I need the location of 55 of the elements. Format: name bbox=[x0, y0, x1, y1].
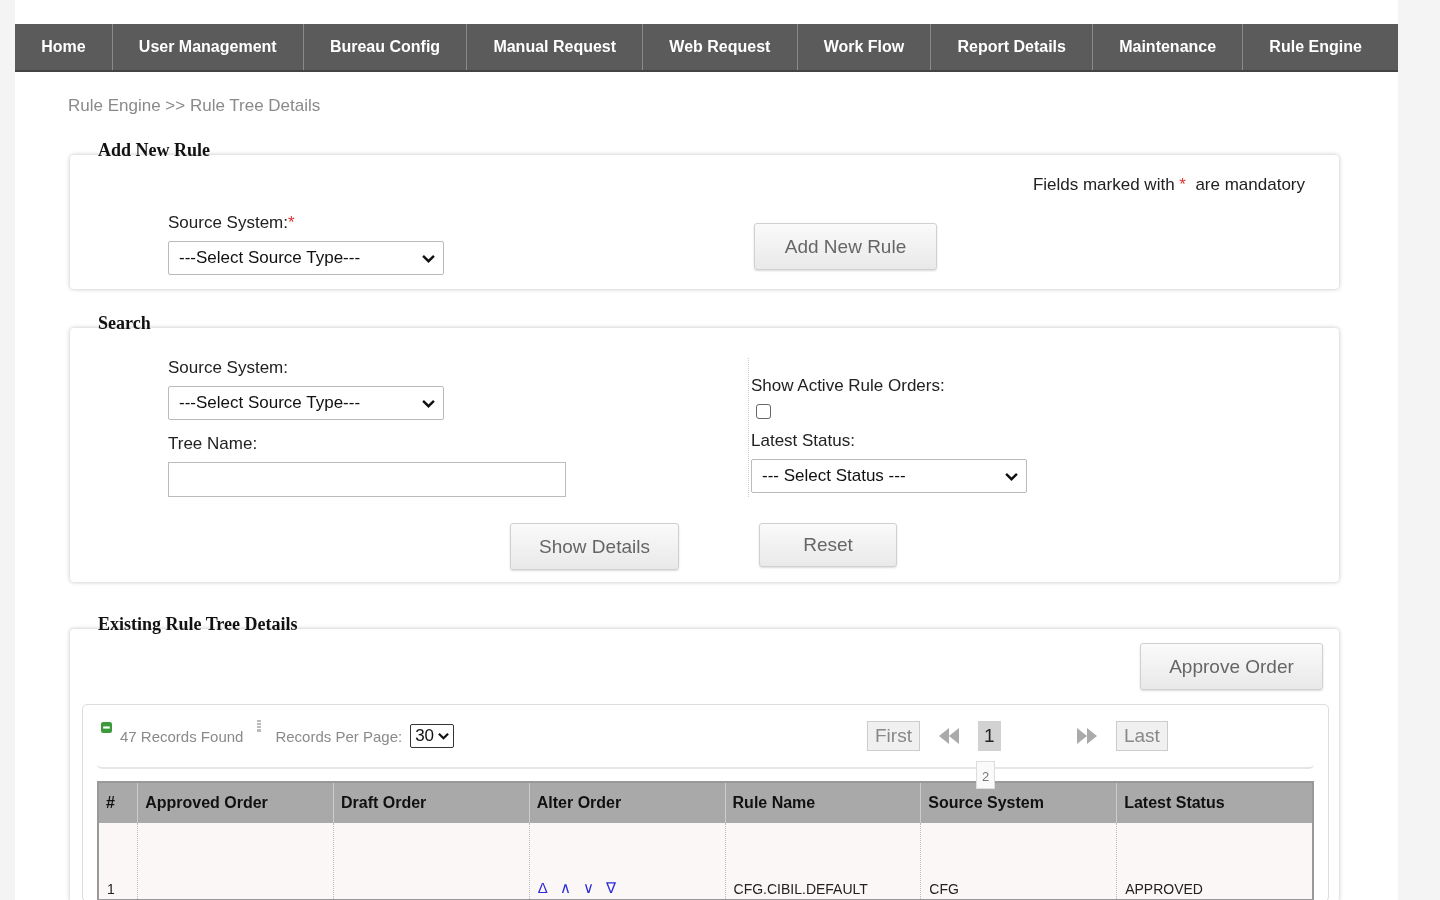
field-label: Source System:* bbox=[168, 213, 296, 233]
table-cell: APPROVED bbox=[1116, 823, 1313, 900]
mandatory-note: Fields marked with * are mandatory bbox=[1032, 175, 1305, 195]
source-type-select[interactable]: ---Select Source Type--- bbox=[168, 241, 444, 275]
table-cell: 1 bbox=[98, 823, 138, 900]
field-label: Source System: bbox=[168, 358, 289, 378]
per-page-select[interactable]: 30 bbox=[410, 724, 455, 748]
separator-icon bbox=[257, 720, 262, 732]
status-select[interactable]: --- Select Status --- bbox=[751, 459, 1027, 493]
nav-item[interactable]: Work Flow bbox=[797, 24, 932, 70]
table-cell: CFG.CIBIL.DEFAULT bbox=[725, 823, 921, 900]
field-label: Latest Status: bbox=[751, 431, 856, 451]
add-new-rule-button[interactable]: Add New Rule bbox=[754, 223, 937, 270]
chevron-down-icon bbox=[422, 398, 435, 408]
section-title: Search bbox=[97, 313, 152, 334]
nav-item[interactable]: Manual Request bbox=[467, 24, 644, 70]
move-order-link[interactable]: ∧ bbox=[559, 879, 571, 897]
chevron-down-icon bbox=[1005, 471, 1018, 481]
column-header: Alter Order bbox=[529, 782, 726, 823]
breadcrumb: Rule Engine >> Rule Tree Details bbox=[68, 96, 322, 116]
column-header: Source System bbox=[920, 782, 1117, 823]
move-order-link[interactable]: Δ bbox=[537, 879, 548, 897]
next-icon[interactable] bbox=[1075, 727, 1098, 745]
move-order-link[interactable]: ∇ bbox=[605, 879, 616, 897]
column-header: # bbox=[98, 782, 138, 823]
chevron-down-icon bbox=[438, 732, 450, 740]
nav-item[interactable]: Home bbox=[15, 24, 113, 70]
column-header: Rule Name bbox=[725, 782, 921, 823]
nav-item[interactable]: User Management bbox=[112, 24, 304, 70]
section-title: Existing Rule Tree Details bbox=[97, 614, 299, 635]
column-header: Latest Status bbox=[1116, 782, 1313, 823]
table-cell: CFG bbox=[920, 823, 1117, 900]
source-type-select[interactable]: ---Select Source Type--- bbox=[168, 386, 444, 420]
page-option[interactable]: 2 bbox=[975, 761, 996, 789]
form-button[interactable]: Show Details bbox=[510, 523, 679, 570]
form-button[interactable]: Reset bbox=[759, 523, 897, 567]
chevron-down-icon bbox=[422, 253, 435, 263]
nav-item[interactable]: Report Details bbox=[931, 24, 1094, 70]
move-order-link[interactable]: ∨ bbox=[582, 879, 594, 897]
approve-order-button[interactable]: Approve Order bbox=[1140, 643, 1323, 690]
column-header: Approved Order bbox=[137, 782, 334, 823]
records-per-page-label: Records Per Page: bbox=[275, 727, 403, 745]
field-label: Show Active Rule Orders: bbox=[751, 376, 946, 396]
tree-name-field[interactable] bbox=[168, 462, 566, 497]
previous-icon[interactable] bbox=[937, 727, 960, 745]
nav-item[interactable]: Rule Engine bbox=[1243, 24, 1388, 70]
field-label: Tree Name: bbox=[168, 434, 259, 454]
nav-item[interactable]: Maintenance bbox=[1093, 24, 1244, 70]
checkbox[interactable] bbox=[756, 404, 771, 419]
column-header: Draft Order bbox=[333, 782, 530, 823]
nav-item[interactable]: Bureau Config bbox=[303, 24, 468, 70]
page-button[interactable]: 1 bbox=[977, 721, 1001, 751]
records-count: 47 Records Found bbox=[120, 727, 244, 745]
nav-item[interactable]: Web Request bbox=[643, 24, 798, 70]
section-title: Add New Rule bbox=[97, 140, 211, 161]
